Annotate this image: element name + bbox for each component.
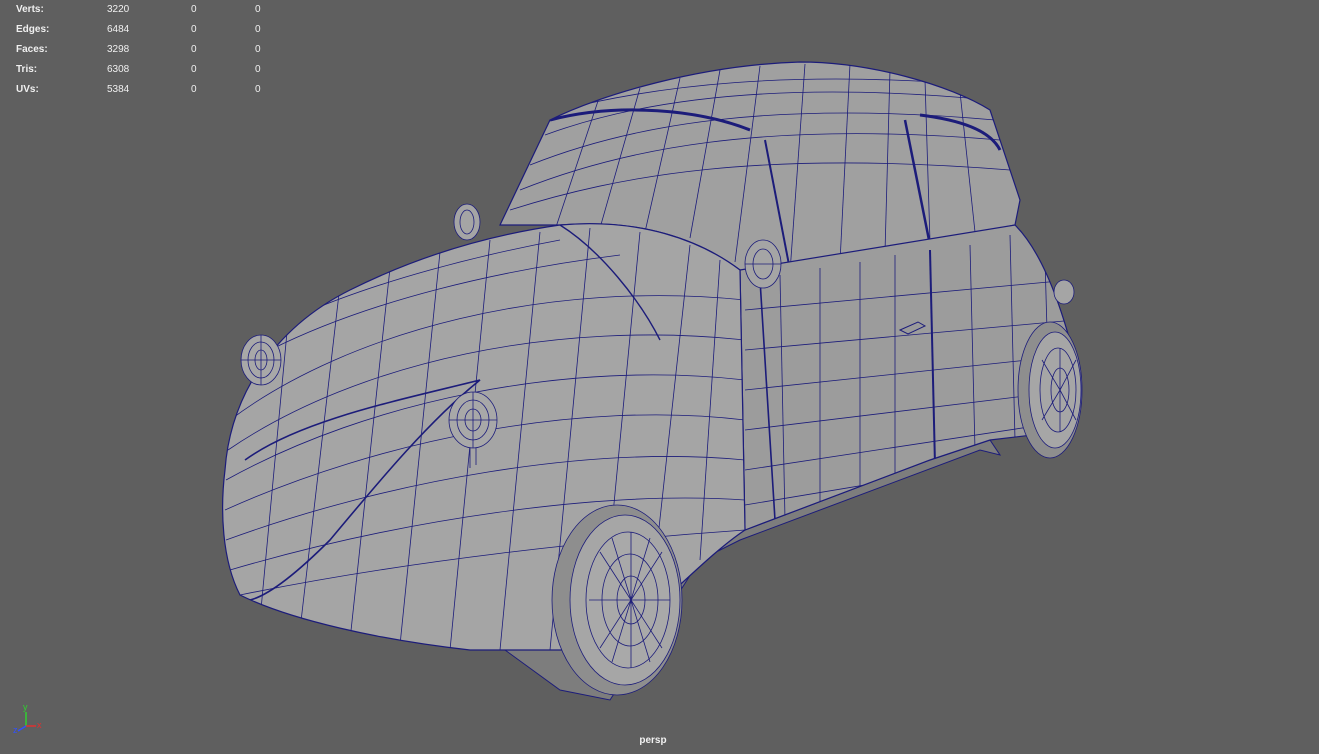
- mirror-left: [453, 203, 481, 241]
- car-mesh[interactable]: [0, 0, 1319, 754]
- axis-z-line: [17, 725, 27, 732]
- front-wheel: [551, 504, 683, 696]
- axis-y-label: y: [23, 702, 28, 712]
- rear-wheel: [1017, 321, 1083, 459]
- axis-x-label: x: [37, 720, 42, 730]
- mirror-right: [744, 239, 782, 289]
- headlight-left: [240, 334, 282, 386]
- viewport-persp[interactable]: Verts: 3220 0 0 Edges: 6484 0 0 Faces: 3…: [0, 0, 1319, 754]
- axis-gizmo: y x z: [13, 702, 42, 735]
- rear-light: [1053, 279, 1075, 305]
- camera-name-label: persp: [639, 735, 667, 746]
- axis-z-label: z: [13, 725, 18, 735]
